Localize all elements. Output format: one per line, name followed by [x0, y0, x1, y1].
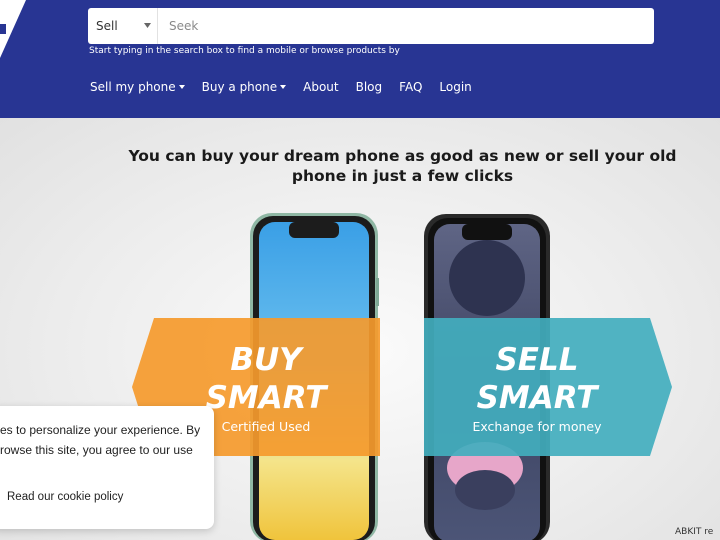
- dropdown-caret-icon: [280, 85, 287, 89]
- nav-sell-my-phone[interactable]: Sell my phone: [90, 80, 185, 94]
- cookie-consent-popup: es to personalize your experience. By ro…: [0, 406, 214, 529]
- footer-peek-text: ABKIT re: [675, 527, 714, 537]
- cookie-message: es to personalize your experience. By ro…: [0, 420, 206, 460]
- cookie-message-line2: rowse this site, you agree to our use: [0, 443, 193, 457]
- cookie-policy-link[interactable]: Read our cookie policy: [7, 491, 123, 503]
- nav-label: FAQ: [399, 80, 423, 94]
- search-bar: Sell: [88, 8, 654, 44]
- nav-buy-a-phone[interactable]: Buy a phone: [201, 80, 287, 94]
- nav-label: Blog: [355, 80, 383, 94]
- sell-title-line2: SMART: [476, 379, 598, 416]
- nav-label: About: [303, 80, 339, 94]
- nav-about[interactable]: About: [303, 80, 338, 94]
- nav-blog[interactable]: Blog: [356, 80, 383, 94]
- nav-faq[interactable]: FAQ: [399, 80, 422, 94]
- nav-label: Sell my phone: [90, 80, 176, 94]
- sell-title-line1: SELL: [495, 341, 579, 378]
- nav-label: Login: [439, 80, 472, 94]
- search-category-value: Sell: [96, 19, 118, 33]
- cookie-message-line1: es to personalize your experience. By: [0, 423, 201, 437]
- sell-smart-banner[interactable]: SELL SMART Exchange for money: [424, 318, 672, 456]
- main-nav: Sell my phone Buy a phone About Blog FAQ…: [90, 80, 489, 94]
- search-category-select[interactable]: Sell: [88, 8, 158, 44]
- sell-subtitle: Exchange for money: [472, 418, 602, 434]
- nav-login[interactable]: Login: [439, 80, 471, 94]
- site-header: Sell Start typing in the search box to f…: [0, 0, 720, 118]
- search-input[interactable]: [158, 8, 654, 44]
- buy-title-line1: BUY: [230, 341, 302, 378]
- nav-label: Buy a phone: [201, 80, 278, 94]
- search-hint: Start typing in the search box to find a…: [89, 46, 400, 56]
- buy-subtitle: Certified Used: [221, 418, 311, 434]
- buy-title-line2: SMART: [205, 379, 327, 416]
- chevron-down-icon: [144, 23, 151, 28]
- dropdown-caret-icon: [178, 85, 185, 89]
- site-logo[interactable]: [0, 0, 40, 60]
